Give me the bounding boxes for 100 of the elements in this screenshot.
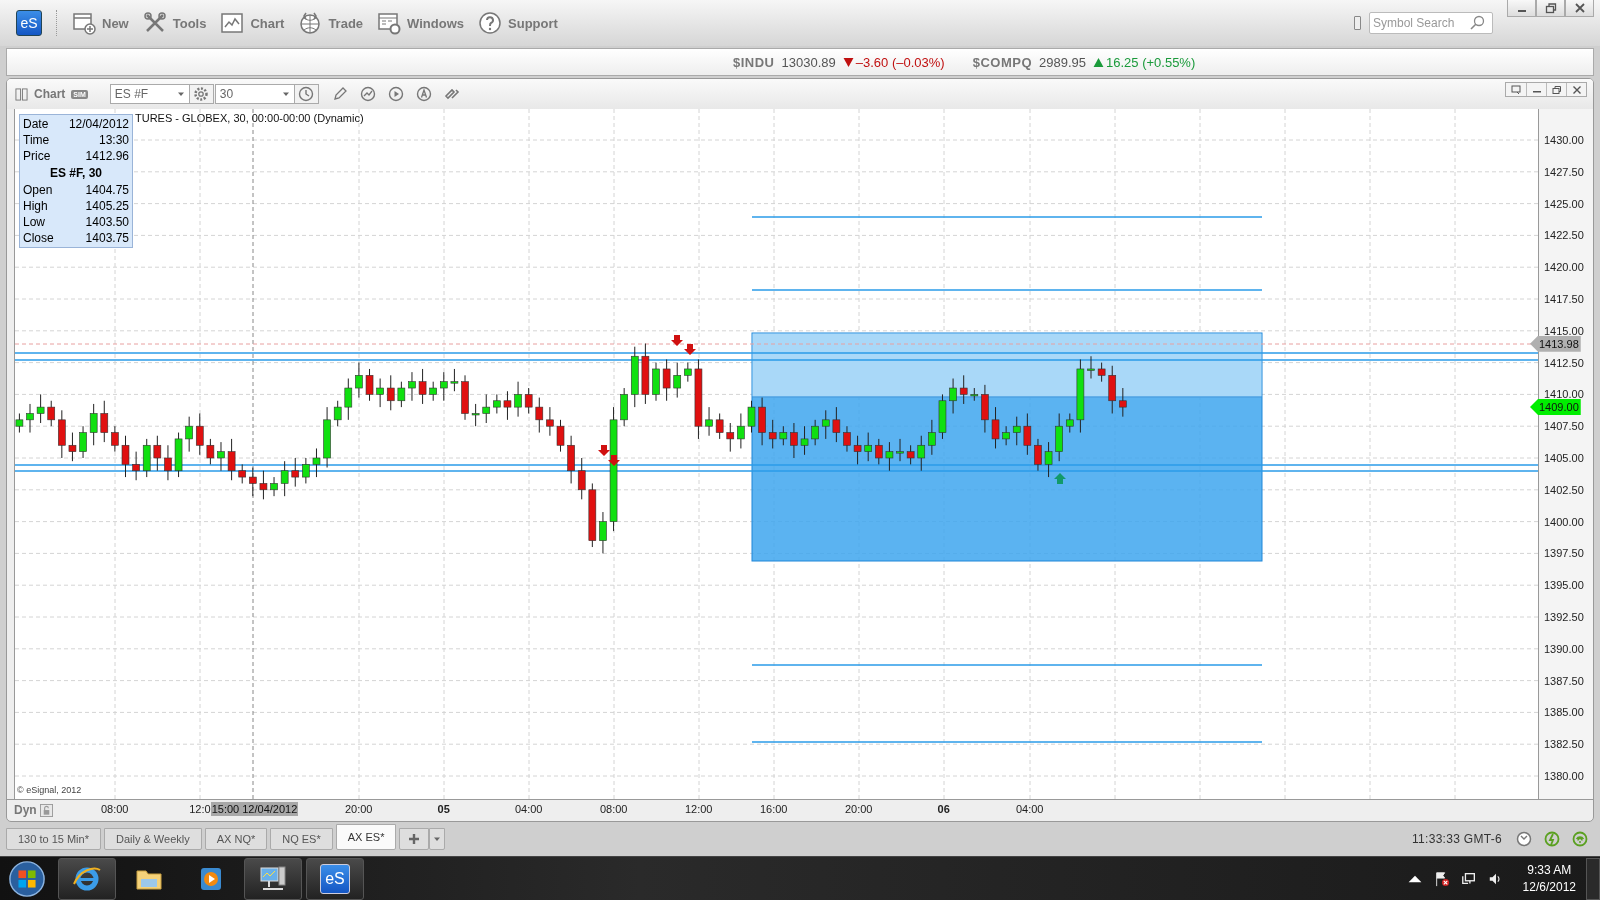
page-tab[interactable]: Daily & Weekly (103, 828, 202, 850)
close-button[interactable] (1565, 0, 1594, 17)
axis-label: 04:00 (1015, 803, 1044, 815)
gear-icon (193, 86, 210, 102)
axis-label: 1390.00 (1544, 641, 1584, 657)
candlestick (556, 419, 565, 453)
axis-label: 1405.00 (1544, 451, 1584, 466)
symbol-search-field[interactable]: Symbol Search (1369, 12, 1493, 34)
candlestick (174, 432, 183, 478)
data-value: 12/04/2012 (68, 116, 129, 132)
candlestick (1108, 365, 1117, 414)
candlestick (790, 422, 798, 459)
candlestick (142, 438, 151, 478)
clock-date: 12/6/2012 (1522, 879, 1576, 896)
axis-label: 20:00 (344, 803, 373, 815)
candlestick (280, 460, 289, 497)
link-icon[interactable] (443, 86, 460, 102)
symbol-dropdown[interactable]: ES #F (109, 84, 190, 104)
up-triangle-icon (1093, 56, 1104, 68)
lock-icon[interactable] (39, 803, 53, 817)
close-icon (1573, 2, 1586, 14)
axis-label: 1385.00 (1544, 705, 1584, 721)
toolbar-button[interactable]: Chart (220, 11, 285, 35)
status-time: 11:33:33 GMT-6 (1411, 832, 1502, 846)
pencil-icon[interactable] (331, 86, 348, 102)
candlestick (195, 413, 204, 456)
caret-icon (176, 90, 185, 98)
study-icon[interactable] (359, 86, 376, 102)
page-tab[interactable]: NQ ES* (270, 828, 333, 850)
interval-dropdown[interactable]: 30 (214, 84, 295, 104)
data-value: 1405.25 (85, 198, 129, 214)
app-logo[interactable]: eS (16, 10, 42, 36)
price-flag: 1409.00 (1530, 399, 1581, 416)
candlestick (641, 343, 650, 405)
candlestick (111, 425, 119, 453)
browser-taskbar-button[interactable] (58, 858, 116, 900)
ticker-change: 16.25 (+0.55%) (1106, 54, 1196, 70)
candlestick (864, 432, 872, 462)
chart-icon (220, 11, 245, 35)
connection-icon[interactable] (1544, 831, 1560, 847)
axis-label: 1417.50 (1544, 292, 1584, 307)
signal-icon[interactable] (1572, 831, 1588, 847)
axis-label: 06 (937, 803, 950, 815)
page-tab[interactable]: AX ES* (335, 824, 397, 850)
candlestick (843, 425, 851, 453)
level-line[interactable] (15, 470, 1538, 472)
candlestick (588, 482, 597, 548)
close-icon (1571, 84, 1582, 95)
sell-arrow-icon (608, 455, 620, 466)
restore-button[interactable] (1536, 0, 1565, 17)
candlestick (524, 387, 533, 414)
candlestick (684, 362, 692, 383)
start-button[interactable] (8, 860, 46, 898)
page-tab[interactable]: AX NQ* (204, 828, 268, 850)
restore-icon (1551, 84, 1562, 95)
candlestick (503, 390, 512, 421)
clock-time: 9:33 AM (1527, 862, 1572, 879)
add-tab-button[interactable] (399, 828, 430, 850)
candlestick (631, 346, 639, 408)
clock-status-icon[interactable] (1516, 831, 1532, 847)
candlestick (121, 435, 130, 478)
toolbar-button[interactable]: Tools (142, 11, 207, 35)
cursor-time-label: 15:00 12/04/2012 (210, 802, 299, 816)
ticker-symbol: $INDU (733, 54, 775, 70)
play-icon[interactable] (387, 86, 404, 102)
settings-button[interactable] (189, 84, 214, 104)
network-icon[interactable] (1460, 871, 1477, 887)
chart-plot-area[interactable]: Date 12/04/2012 Time 13:30 Price 1412.96 ES #F, 30 Open 1404.75 High 1405.25 Low 1403.50 Close 1403.75 TURES - GLOBEX, 30, 00:00-00:00 (Dynamic) © eSignal, 2012 (14, 109, 1538, 799)
candlestick (906, 444, 915, 465)
esignal-taskbar-button[interactable]: eS (306, 858, 364, 900)
toolbar-button[interactable]: Windows (377, 11, 464, 35)
candlestick (429, 381, 437, 402)
network-pc-taskbar-button[interactable] (244, 858, 302, 900)
candlestick (185, 416, 193, 453)
axis-label: 1392.50 (1544, 610, 1584, 625)
candlestick (959, 374, 968, 405)
axis-label: 12:0 (189, 803, 211, 815)
candlestick (461, 374, 469, 421)
axis-label: 04:00 (514, 803, 543, 815)
page-tab[interactable]: 130 to 15 Min* (6, 828, 101, 850)
candlestick (68, 432, 77, 462)
toolbar-button[interactable]: Trade (298, 11, 364, 35)
candlestick (79, 425, 87, 459)
toolbar-button[interactable]: New (72, 11, 129, 35)
data-label: Price (23, 148, 51, 164)
buy-arrow-icon (1054, 473, 1066, 484)
minimize-button[interactable] (1507, 0, 1536, 17)
toolbar-button[interactable]: Support (478, 11, 558, 35)
clock-button[interactable] (294, 84, 319, 104)
panes-icon[interactable] (15, 87, 28, 101)
candlestick (514, 381, 522, 418)
alert-icon[interactable] (415, 86, 432, 102)
candlestick (132, 451, 140, 481)
candlestick (1055, 413, 1063, 462)
range-box-drawing[interactable] (751, 332, 1263, 562)
candlestick (302, 457, 310, 484)
flag-error-icon[interactable] (1433, 871, 1450, 887)
level-line[interactable] (15, 464, 1538, 466)
candlestick (949, 378, 957, 414)
candlestick (89, 403, 98, 446)
